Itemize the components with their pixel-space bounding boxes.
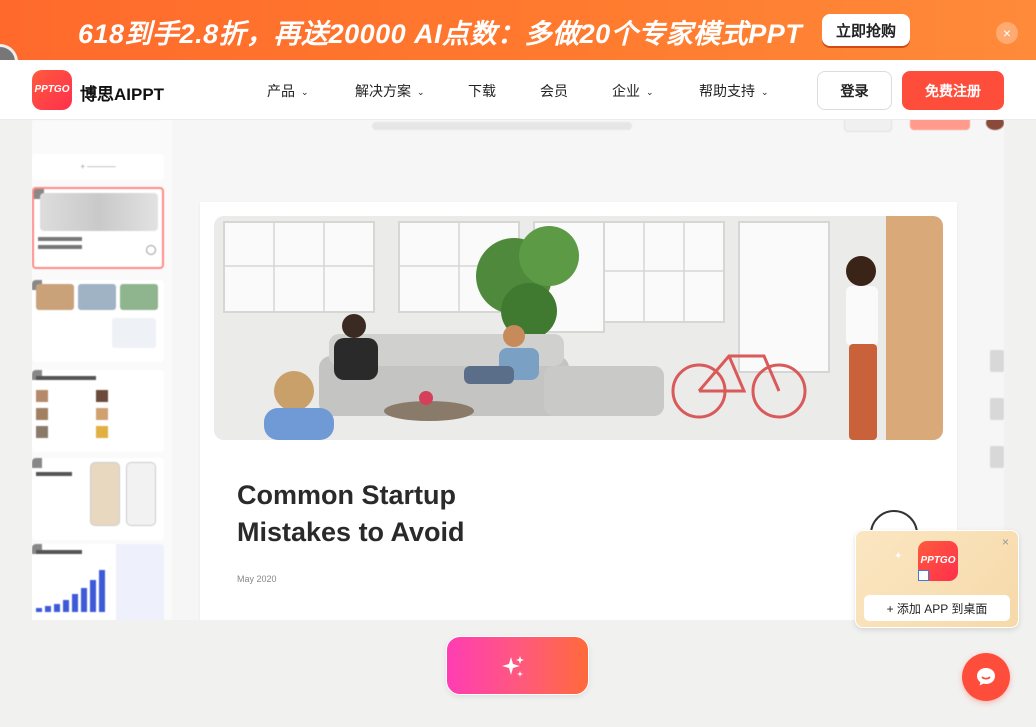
sparkle-icon (502, 656, 524, 677)
chevron-down-icon: ⌄ (761, 87, 769, 97)
promo-text: 618到手2.8折，再送20000 AI点数：多做20个专家模式PPT (78, 19, 803, 49)
chat-support-button[interactable] (962, 653, 1010, 701)
thumb-image (120, 284, 158, 310)
thumb-title-line (38, 237, 82, 241)
slide-photo (214, 216, 943, 440)
thumb-image (78, 284, 116, 310)
promo-banner[interactable]: 618到手2.8折，再送20000 AI点数：多做20个专家模式PPT 立即抢购… (0, 0, 1036, 60)
slide-date: May 2020 (237, 574, 277, 584)
thumb-title-line (36, 472, 72, 476)
chevron-down-icon: ⌄ (417, 87, 425, 97)
nav-item-label: 产品 (267, 83, 295, 99)
promo-buy-button[interactable]: 立即抢购 (822, 14, 910, 46)
ai-generate-button[interactable] (446, 636, 589, 695)
nav-item-label: 企业 (612, 83, 640, 99)
preview-right-toolbar (990, 350, 1004, 494)
preview-rail-icon (990, 398, 1004, 420)
app-card-close-icon[interactable]: × (1002, 535, 1009, 549)
brand-name[interactable]: 博思AIPPT (80, 80, 164, 105)
nav-item-products[interactable]: 产品 ⌄ (267, 81, 309, 101)
thumb-bar (90, 580, 96, 612)
slide-title-line: Common Startup (237, 480, 456, 510)
nav-item-label: 下载 (468, 83, 496, 99)
nav-item-enterprise[interactable]: 企业 ⌄ (612, 81, 654, 101)
office-scene-illustration (214, 216, 943, 440)
thumb-title-line (38, 245, 82, 249)
nav-item-membership[interactable]: 会员 (540, 81, 568, 101)
preview-rail-icon (990, 446, 1004, 468)
nav-item-label: 解决方案 (355, 83, 411, 99)
thumb-image (112, 318, 156, 348)
preview-download-button (910, 120, 970, 130)
thumb-avatar (96, 390, 108, 402)
nav-item-label: 帮助支持 (699, 83, 755, 99)
preview-thumb-4 (32, 458, 164, 540)
thumb-title-line (36, 550, 82, 554)
thumb-bar (81, 588, 87, 612)
thumb-image (40, 193, 158, 231)
thumb-phone (90, 462, 120, 526)
preview-slide-list: + ───── (32, 120, 172, 620)
preview-new-slide-button: + ───── (32, 154, 164, 180)
nav-item-download[interactable]: 下载 (468, 81, 496, 101)
add-app-button[interactable]: + 添加 APP 到桌面 (864, 595, 1010, 621)
thumb-title-line (36, 376, 96, 380)
preview-tool-tabs (372, 122, 632, 130)
preview-slide-canvas: Common Startup Mistakes to Avoid May 202… (200, 202, 957, 620)
preview-thumb-2 (32, 280, 164, 362)
nav-item-help[interactable]: 帮助支持 ⌄ (699, 81, 769, 101)
thumb-bar (72, 594, 78, 612)
thumb-bar (63, 600, 69, 612)
thumb-phone (126, 462, 156, 526)
sparkle-icon: ✦ (894, 551, 903, 562)
nav-item-label: 会员 (540, 83, 568, 99)
thumb-avatar (96, 408, 108, 420)
thumb-image (36, 284, 74, 310)
preview-avatar (986, 120, 1004, 130)
brand-logo-icon[interactable]: PPTGO (32, 70, 72, 110)
slide-title: Common Startup Mistakes to Avoid (237, 477, 637, 551)
preview-share-button (844, 120, 892, 132)
thumb-number (32, 458, 42, 468)
chevron-down-icon: ⌄ (301, 87, 309, 97)
preview-rail-icon (990, 350, 1004, 372)
thumb-avatar (36, 390, 48, 402)
preview-thumb-5 (32, 544, 164, 620)
register-button[interactable]: 免费注册 (902, 71, 1004, 110)
promo-decoration (0, 44, 18, 60)
chat-bubble-icon (977, 668, 995, 686)
thumb-avatar (96, 426, 108, 438)
top-navbar: PPTGO 博思AIPPT 产品 ⌄ 解决方案 ⌄ 下载 会员 企业 ⌄ 帮助支持 ⌄ … (0, 60, 1036, 120)
preview-thumb-1 (32, 187, 164, 269)
thumb-bar (54, 604, 60, 612)
shortcut-arrow-icon (918, 570, 929, 581)
promo-close-icon[interactable]: × (996, 22, 1018, 44)
chevron-down-icon: ⌄ (646, 87, 654, 97)
nav-item-solutions[interactable]: 解决方案 ⌄ (355, 81, 425, 101)
thumb-side-panel (116, 544, 164, 620)
thumb-bar (45, 606, 51, 612)
thumb-play-icon (146, 245, 156, 255)
thumb-bar (99, 570, 105, 612)
preview-toolbar (32, 120, 1004, 138)
add-app-card: × ✦ PPTGO + 添加 APP 到桌面 (855, 530, 1019, 628)
slide-title-line: Mistakes to Avoid (237, 517, 465, 547)
thumb-avatar (36, 426, 48, 438)
thumb-bar (36, 608, 42, 612)
preview-thumb-3 (32, 370, 164, 452)
thumb-avatar (36, 408, 48, 420)
login-button[interactable]: 登录 (817, 71, 892, 110)
